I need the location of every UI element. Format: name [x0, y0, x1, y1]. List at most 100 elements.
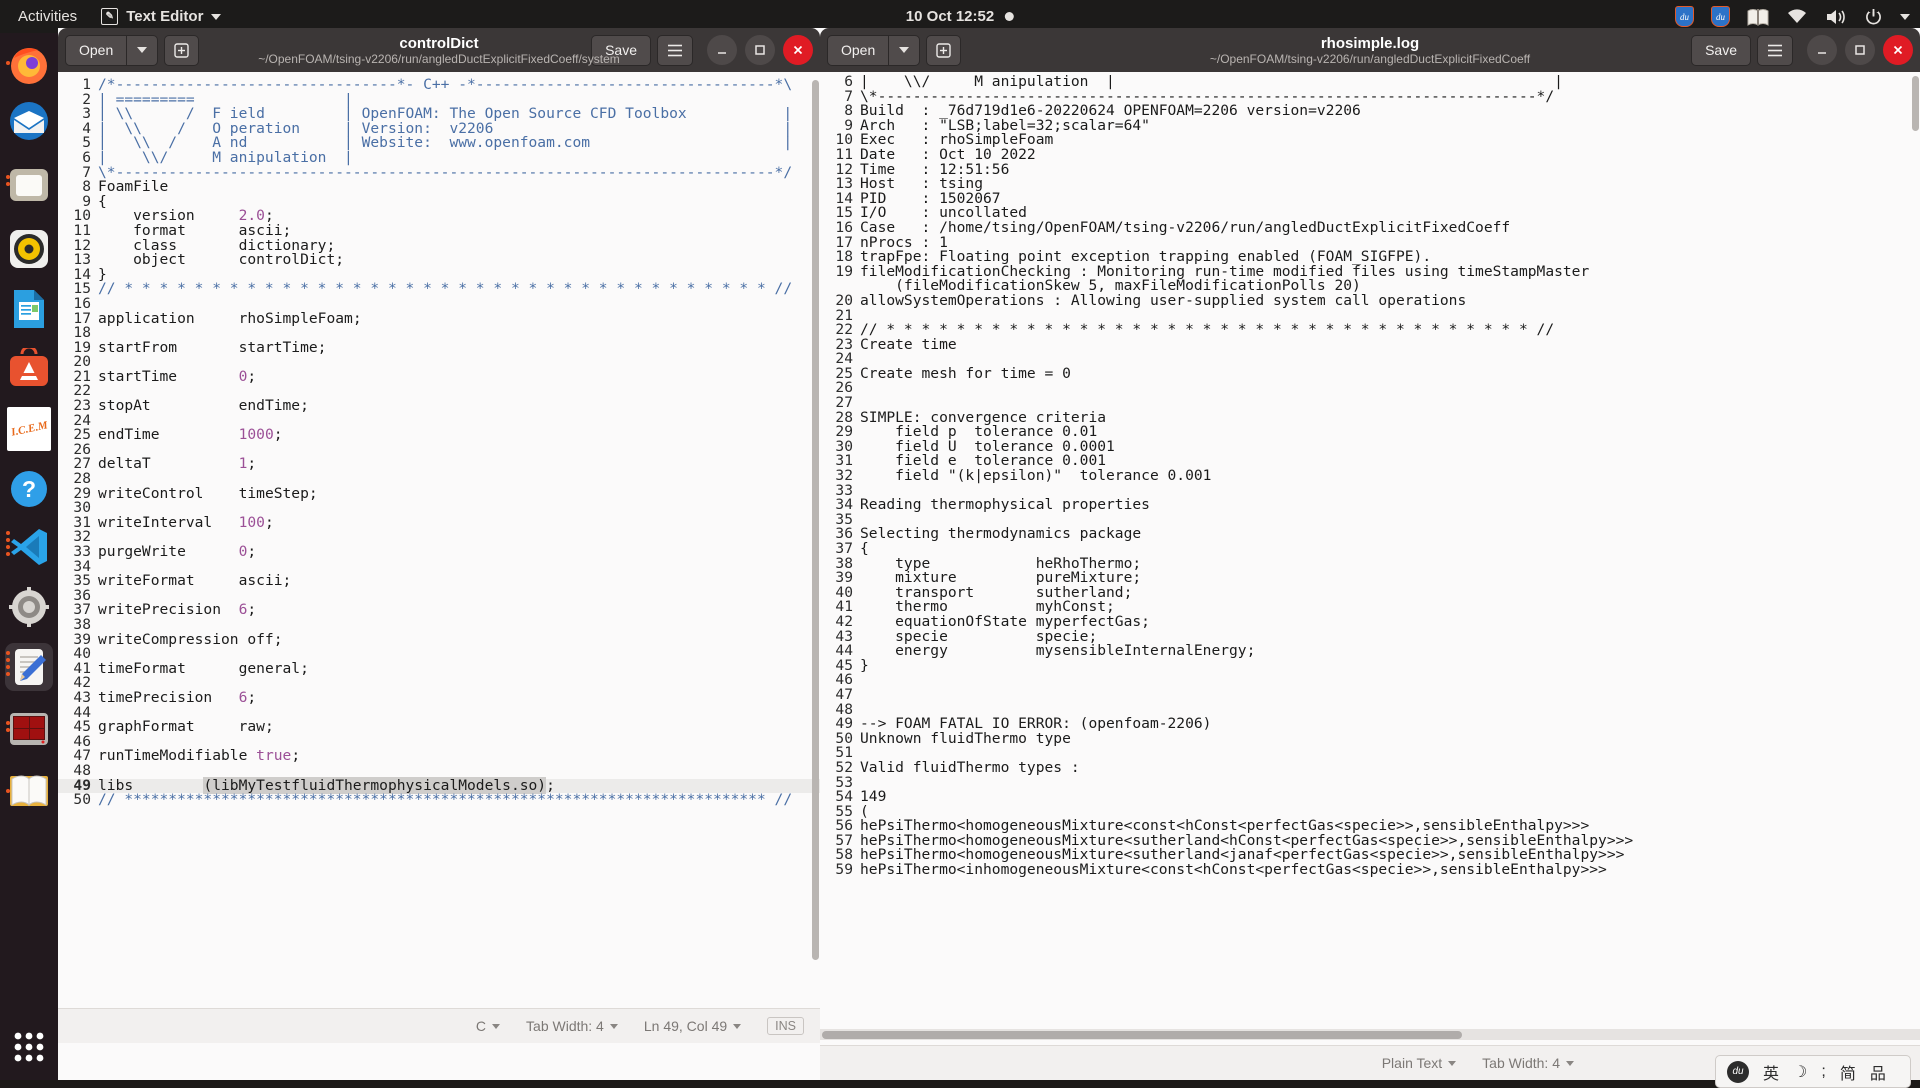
menu-button[interactable]	[1757, 35, 1793, 66]
editor-line[interactable]: 7\*-------------------------------------…	[58, 166, 820, 181]
editor-line[interactable]: 32 field "(k|epsilon)" tolerance 0.001	[820, 469, 1920, 484]
editor-line[interactable]: 35writeFormat ascii;	[58, 574, 820, 589]
dock-item-vscode[interactable]	[5, 523, 53, 571]
close-button[interactable]	[783, 35, 813, 65]
open-button-group[interactable]: Open	[65, 35, 158, 66]
editor-line[interactable]: 25endTime 1000;	[58, 428, 820, 443]
dock-item-rhythmbox[interactable]	[5, 225, 53, 273]
save-button[interactable]: Save	[591, 35, 651, 66]
chevron-down-icon[interactable]	[1900, 14, 1910, 20]
editor-line[interactable]: 37writePrecision 6;	[58, 603, 820, 618]
tab-width-selector[interactable]: Tab Width: 4	[1482, 1055, 1574, 1071]
language-selector[interactable]: C	[476, 1018, 500, 1034]
left-vertical-scrollbar[interactable]	[811, 78, 820, 1008]
editor-line[interactable]: 52Valid fluidThermo types :	[820, 761, 1920, 776]
show-applications-button[interactable]	[5, 1023, 53, 1071]
editor-line[interactable]: 19startFrom startTime;	[58, 341, 820, 356]
editor-line[interactable]: 16Case : /home/tsing/OpenFOAM/tsing-v220…	[820, 221, 1920, 236]
editor-line[interactable]: 47runTimeModifiable true;	[58, 749, 820, 764]
editor-line[interactable]: 43timePrecision 6;	[58, 691, 820, 706]
controldict-editor[interactable]: 1/*--------------------------------*- C+…	[58, 72, 820, 1008]
editor-line[interactable]: 23stopAt endTime;	[58, 399, 820, 414]
editor-line[interactable]: 8FoamFile	[58, 180, 820, 195]
editor-line[interactable]: 45graphFormat raw;	[58, 720, 820, 735]
close-button[interactable]	[1883, 35, 1913, 65]
editor-line[interactable]: 22// * * * * * * * * * * * * * * * * * *…	[820, 323, 1920, 338]
minimize-button[interactable]	[707, 35, 737, 65]
right-hscroll-thumb[interactable]	[822, 1031, 1462, 1039]
editor-line[interactable]: 27deltaT 1;	[58, 457, 820, 472]
dock-item-icem-cfd[interactable]: I.C.E.M	[5, 405, 53, 453]
open-dropdown-button[interactable]	[888, 35, 920, 66]
editor-line[interactable]: 23Create time	[820, 338, 1920, 353]
maximize-button[interactable]	[745, 35, 775, 65]
editor-line[interactable]: 12Time : 12:51:56	[820, 163, 1920, 178]
dock-item-thunderbird[interactable]	[5, 97, 53, 145]
ime-tray[interactable]: du 英 ☽ ; 简 品	[1715, 1055, 1911, 1088]
editor-line[interactable]: 29writeControl timeStep;	[58, 487, 820, 502]
editor-line[interactable]: 39writeCompression off;	[58, 633, 820, 648]
new-tab-button[interactable]	[164, 35, 199, 66]
dock-item-dictionary[interactable]	[5, 767, 53, 815]
new-tab-button[interactable]	[926, 35, 961, 66]
editor-line[interactable]: 25Create mesh for time = 0	[820, 367, 1920, 382]
wifi-icon[interactable]	[1786, 8, 1808, 25]
editor-line[interactable]: 41timeFormat general;	[58, 662, 820, 677]
tab-width-selector[interactable]: Tab Width: 4	[526, 1018, 618, 1034]
dock-item-firefox[interactable]	[5, 41, 53, 89]
rhosimple-log-titlebar[interactable]: Open rhosimple.log ~/OpenFOAM/tsing-v220…	[820, 28, 1920, 72]
dictionary-icon[interactable]	[1747, 8, 1769, 26]
dock-item-text-editor[interactable]	[5, 643, 53, 691]
editor-line[interactable]: 15// * * * * * * * * * * * * * * * * * *…	[58, 282, 820, 297]
moon-icon[interactable]: ☽	[1793, 1062, 1807, 1082]
editor-line[interactable]: 59hePsiThermo<inhomogeneousMixture<const…	[820, 863, 1920, 878]
open-button[interactable]: Open	[827, 35, 888, 66]
du-icon[interactable]: du	[1711, 6, 1730, 27]
editor-line[interactable]: 46	[820, 673, 1920, 688]
editor-line[interactable]: 44 energy mysensibleInternalEnergy;	[820, 644, 1920, 659]
minimize-button[interactable]	[1807, 35, 1837, 65]
dock-item-ubuntu-software[interactable]	[5, 345, 53, 393]
line-text: object controlDict;	[98, 253, 344, 268]
editor-line[interactable]: 31writeInterval 100;	[58, 516, 820, 531]
cursor-position-selector[interactable]: Ln 49, Col 49	[644, 1018, 741, 1034]
pencil-icon: ✎	[101, 8, 118, 25]
clock-button[interactable]: 10 Oct 12:52	[906, 8, 1014, 25]
dock-item-settings[interactable]	[5, 583, 53, 631]
editor-line[interactable]: 53	[820, 776, 1920, 791]
right-scroll-thumb[interactable]	[1912, 76, 1919, 131]
left-scroll-thumb[interactable]	[812, 80, 819, 960]
editor-line[interactable]: 26	[820, 381, 1920, 396]
maximize-button[interactable]	[1845, 35, 1875, 65]
save-button[interactable]: Save	[1691, 35, 1751, 66]
open-button[interactable]: Open	[65, 35, 126, 66]
dock-item-terminator[interactable]	[5, 705, 53, 753]
editor-line[interactable]: 34Reading thermophysical properties	[820, 498, 1920, 513]
editor-line[interactable]: 13 object controlDict;	[58, 253, 820, 268]
dock-item-help[interactable]: ?	[5, 465, 53, 513]
editor-line[interactable]: 47	[820, 688, 1920, 703]
dock-item-files[interactable]	[5, 161, 53, 209]
right-vertical-scrollbar[interactable]	[1911, 74, 1920, 1024]
right-horizontal-scrollbar[interactable]	[820, 1029, 1920, 1040]
editor-line[interactable]: 33purgeWrite 0;	[58, 545, 820, 560]
editor-line[interactable]: 36Selecting thermodynamics package	[820, 527, 1920, 542]
language-selector[interactable]: Plain Text	[1382, 1055, 1456, 1071]
editor-line[interactable]: 45}	[820, 659, 1920, 674]
editor-line[interactable]: 20allowSystemOperations : Allowing user-…	[820, 294, 1920, 309]
punctuation-toggle[interactable]: ;	[1821, 1063, 1825, 1081]
rhosimple-log-editor[interactable]: 6| \\/ M anipulation | |7\*-------------…	[820, 72, 1920, 1029]
editor-line[interactable]: 50// ***********************************…	[58, 793, 820, 808]
editor-line[interactable]: 17application rhoSimpleFoam;	[58, 312, 820, 327]
power-icon[interactable]	[1864, 7, 1883, 26]
editor-line[interactable]: 54149	[820, 790, 1920, 805]
volume-icon[interactable]	[1825, 8, 1847, 26]
menu-button[interactable]	[657, 35, 693, 66]
open-dropdown-button[interactable]	[126, 35, 158, 66]
editor-line[interactable]: 21startTime 0;	[58, 370, 820, 385]
controldict-titlebar[interactable]: Open controlDict ~/OpenFOAM/tsing-v2206/…	[58, 28, 820, 72]
dock-item-libreoffice-writer[interactable]	[5, 285, 53, 333]
du-icon[interactable]: du	[1675, 6, 1694, 27]
editor-line[interactable]: 50Unknown fluidThermo type	[820, 732, 1920, 747]
open-button-group[interactable]: Open	[827, 35, 920, 66]
